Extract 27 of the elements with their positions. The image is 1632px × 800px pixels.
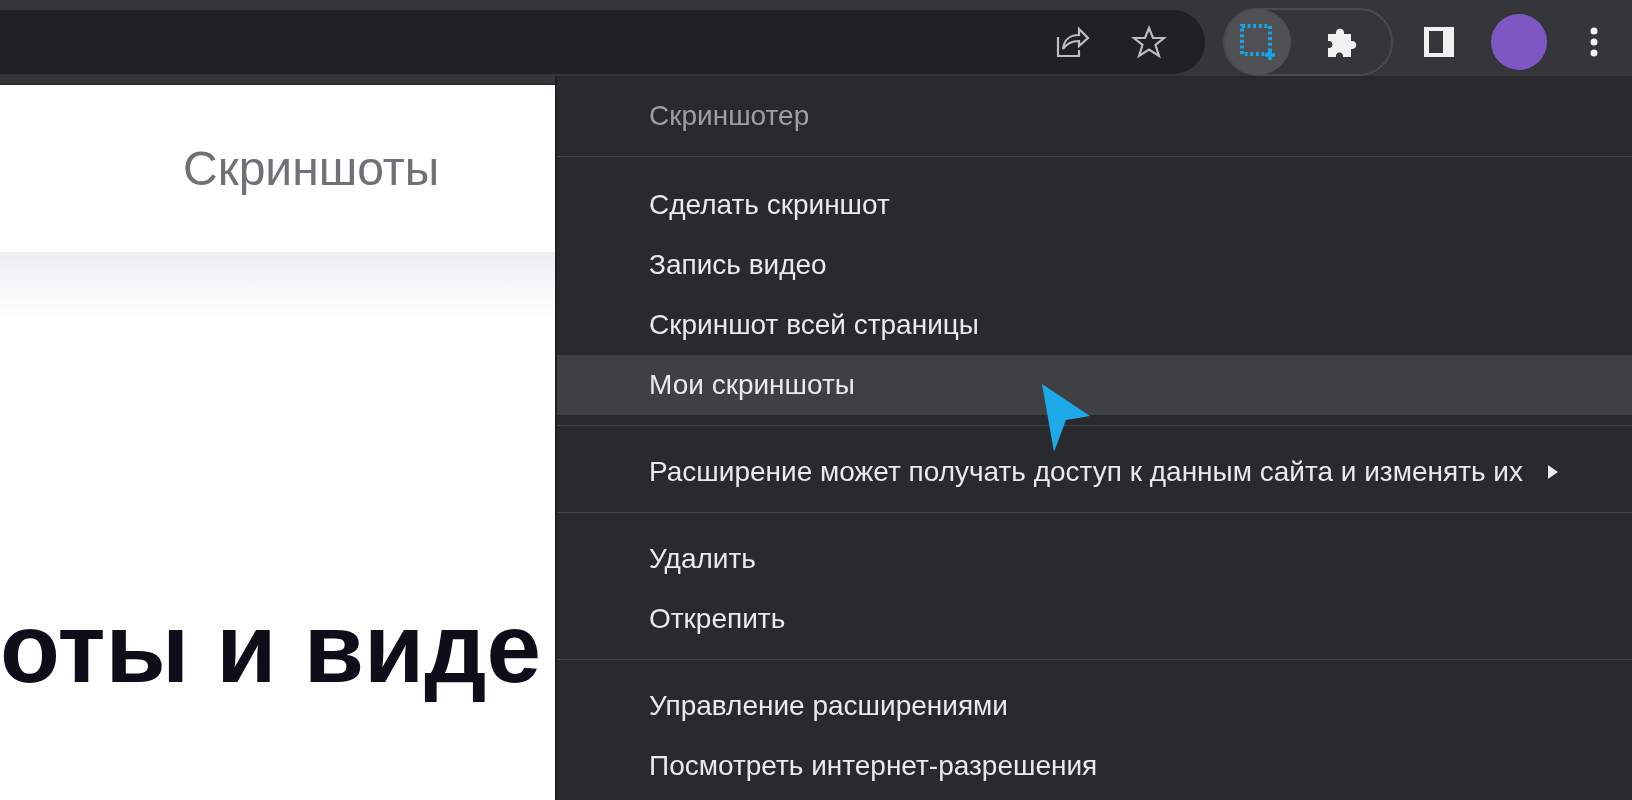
screenshot-extension-button[interactable] (1225, 8, 1291, 75)
menu-item[interactable]: Открепить (557, 589, 1632, 649)
menu-item-label: Сделать скриншот (649, 189, 890, 221)
submenu-arrow-icon (1546, 464, 1559, 480)
menu-item-label: Открепить (649, 603, 786, 635)
menu-item[interactable]: Запись видео (557, 235, 1632, 295)
share-icon[interactable] (1055, 24, 1091, 59)
menu-item-label: Удалить (649, 543, 756, 575)
menu-item-label: Скриншот всей страницы (649, 309, 979, 341)
menu-item[interactable]: Посмотреть интернет-разрешения (557, 736, 1632, 796)
menu-item[interactable]: Удалить (557, 529, 1632, 589)
menu-item[interactable]: Мои скриншоты (557, 355, 1632, 415)
menu-item[interactable]: Сделать скриншот (557, 175, 1632, 235)
menu-item[interactable]: Управление расширениями (557, 676, 1632, 736)
cursor-icon (1040, 382, 1092, 454)
menu-item[interactable]: Скриншот всей страницы (557, 295, 1632, 355)
nav-link[interactable]: Скриншоты (183, 141, 440, 196)
menu-item-label: Запись видео (649, 249, 827, 281)
dotted-square-icon (1239, 22, 1277, 61)
menu-item-label: Посмотреть интернет-разрешения (649, 750, 1098, 782)
page-heading: оты и виде (0, 593, 541, 703)
star-icon[interactable] (1131, 24, 1167, 59)
menu-item-label: Расширение может получать доступ к данным сайта и изменять их (649, 456, 1523, 488)
menu-item-label: Управление расширениями (649, 690, 1008, 722)
menu-title: Скриншотер (648, 99, 811, 133)
menu-item[interactable]: Расширение может получать доступ к данным сайта и изменять их (557, 442, 1632, 502)
menu-item-label: Мои скриншоты (649, 369, 855, 401)
